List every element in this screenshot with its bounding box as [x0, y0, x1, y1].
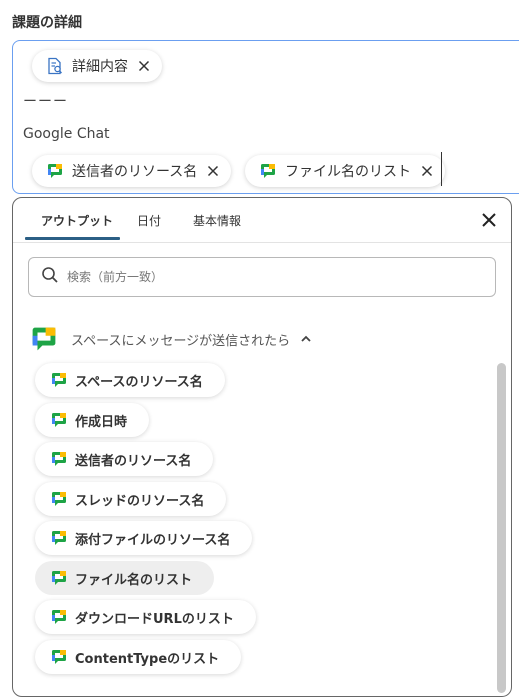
item-label: 作成日時	[75, 414, 128, 430]
item-label: ContentTypeのリスト	[75, 651, 220, 667]
section-title: 課題の詳細	[12, 15, 82, 31]
close-icon[interactable]	[419, 163, 435, 179]
output-item[interactable]: 作成日時	[35, 403, 150, 437]
close-icon[interactable]	[205, 163, 221, 179]
item-label: スペースのリソース名	[75, 374, 203, 390]
variable-chip-details[interactable]: 詳細内容	[32, 50, 162, 82]
google-chat-icon	[51, 530, 67, 546]
google-chat-icon	[51, 451, 67, 467]
item-label: 添付ファイルのリソース名	[75, 532, 231, 548]
chip-label: ファイル名のリスト	[285, 164, 411, 180]
chip-label: 送信者のリソース名	[72, 164, 198, 180]
search-box[interactable]	[28, 257, 496, 297]
google-chat-icon	[46, 162, 64, 180]
service-label: Google Chat	[23, 126, 110, 142]
output-item[interactable]: ファイル名のリスト	[35, 561, 215, 595]
active-tab-indicator	[25, 237, 120, 240]
output-item[interactable]: 送信者のリソース名	[35, 442, 214, 476]
close-icon[interactable]	[479, 210, 499, 230]
chevron-up-icon[interactable]	[300, 333, 312, 345]
close-icon[interactable]	[136, 58, 152, 74]
google-chat-icon	[51, 412, 67, 428]
tab-bar: アウトプット 日付 基本情報	[13, 198, 511, 243]
variable-chip-sender[interactable]: 送信者のリソース名	[32, 155, 232, 187]
output-item[interactable]: スペースのリソース名	[35, 363, 225, 397]
output-item[interactable]: スレッドのリソース名	[35, 482, 227, 516]
search-icon	[41, 266, 59, 288]
item-label: 送信者のリソース名	[75, 453, 192, 469]
tab-basic-info[interactable]: 基本情報	[193, 212, 241, 229]
google-chat-icon	[51, 491, 67, 507]
output-item[interactable]: ContentTypeのリスト	[35, 640, 242, 674]
chip-label: 詳細内容	[72, 59, 128, 75]
scrollbar-thumb[interactable]	[497, 363, 506, 693]
text-cursor	[441, 152, 442, 186]
details-editor[interactable]: 詳細内容 ーーー Google Chat 送信者のリソース名 ファイル名のリスト	[12, 40, 519, 194]
item-label: ファイル名のリスト	[75, 572, 193, 588]
variable-picker-popup: アウトプット 日付 基本情報 スペースにメッセージが送信されたら スペースのリソ…	[12, 197, 512, 697]
document-search-icon	[46, 57, 64, 75]
google-chat-icon	[31, 326, 57, 352]
tab-output[interactable]: アウトプット	[41, 212, 113, 229]
item-label: スレッドのリソース名	[75, 493, 205, 509]
variable-chip-filenames[interactable]: ファイル名のリスト	[245, 155, 445, 187]
output-item[interactable]: 添付ファイルのリソース名	[35, 521, 253, 555]
separator-text: ーーー	[23, 94, 68, 110]
item-label: ダウンロードURLのリスト	[75, 611, 234, 627]
output-item[interactable]: ダウンロードURLのリスト	[35, 600, 256, 634]
google-chat-icon	[51, 570, 67, 586]
google-chat-icon	[259, 162, 277, 180]
trigger-group-header[interactable]: スペースにメッセージが送信されたら	[31, 326, 312, 352]
google-chat-icon	[51, 649, 67, 665]
group-title: スペースにメッセージが送信されたら	[71, 333, 291, 349]
tab-date[interactable]: 日付	[137, 212, 161, 229]
google-chat-icon	[51, 372, 67, 388]
search-input[interactable]	[65, 269, 469, 285]
google-chat-icon	[51, 609, 67, 625]
